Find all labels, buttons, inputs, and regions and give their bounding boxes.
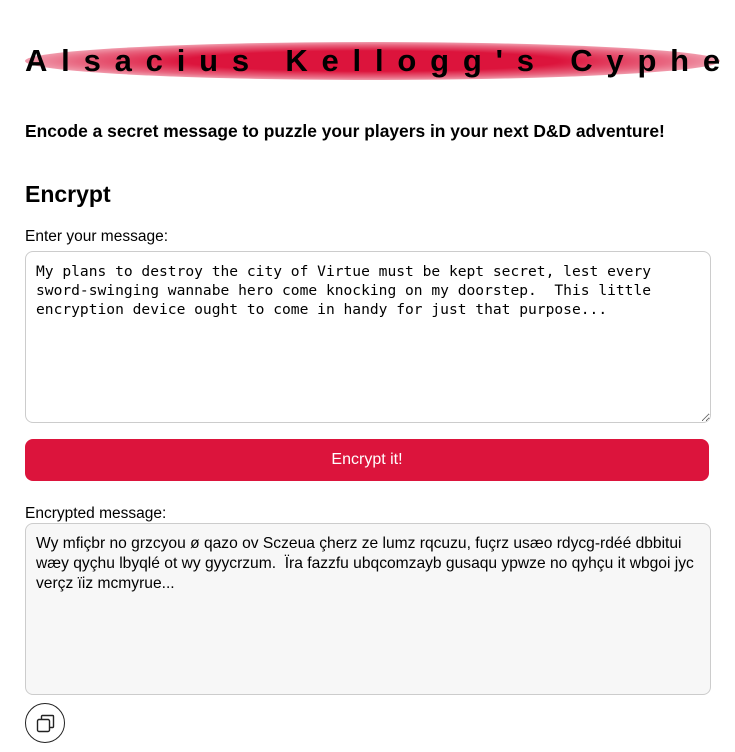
copy-button[interactable] [25,703,65,743]
encrypted-message-label: Encrypted message: [25,505,167,522]
title-banner: Alsacius Kellogg's Cypher [25,38,735,84]
copy-icon [36,714,55,733]
message-input[interactable]: My plans to destroy the city of Virtue m… [25,251,711,423]
message-label: Enter your message: [25,228,169,245]
encrypt-heading: Encrypt [25,181,111,207]
page-title: Alsacius Kellogg's Cypher [25,43,735,78]
page: Alsacius Kellogg's Cypher Encode a secre… [0,0,735,752]
encrypt-button[interactable]: Encrypt it! [25,439,709,481]
page-subtitle: Encode a secret message to puzzle your p… [25,121,665,141]
encrypted-message-output[interactable]: Wy mfiçbr no grzcyou ø qazo ov Sczeua çh… [25,523,711,695]
